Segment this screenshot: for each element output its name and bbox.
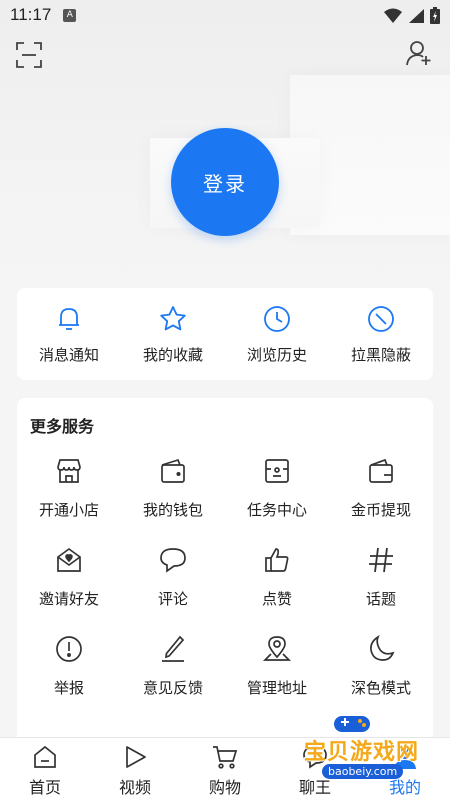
clock-icon	[264, 306, 290, 332]
wifi-icon	[384, 8, 402, 23]
service-label: 邀请好友	[38, 590, 99, 608]
moon-icon	[370, 634, 395, 661]
hashtag-icon	[369, 547, 393, 573]
tab-label: 视频	[118, 778, 151, 797]
scan-icon[interactable]	[16, 42, 42, 68]
quick-item-history[interactable]: 浏览历史	[225, 288, 329, 380]
quick-item-label: 浏览历史	[246, 346, 307, 364]
service-label: 任务中心	[246, 501, 307, 519]
play-icon	[126, 746, 146, 768]
tab-home[interactable]: 首页	[0, 738, 90, 800]
service-comments[interactable]: 评论	[121, 545, 225, 634]
status-time: 11:17	[10, 5, 52, 24]
service-label: 话题	[365, 590, 396, 608]
report-icon	[56, 636, 82, 662]
thumbs-up-icon	[265, 548, 289, 572]
comment-icon	[160, 548, 186, 573]
quick-item-favorites[interactable]: 我的收藏	[121, 288, 225, 380]
service-label: 意见反馈	[142, 679, 203, 697]
service-report[interactable]: 举报	[17, 634, 121, 723]
status-icons	[384, 7, 440, 24]
quick-item-label: 拉黑隐蔽	[350, 346, 411, 364]
more-services-card: 更多服务 开通小店 我的钱包 任务中心 金币提现 邀请好友 评论 点赞 话题 举…	[17, 398, 433, 748]
service-open-shop[interactable]: 开通小店	[17, 456, 121, 545]
service-label: 举报	[53, 679, 84, 697]
service-label: 点赞	[261, 590, 292, 608]
pen-icon	[162, 635, 185, 662]
shop-icon	[57, 459, 81, 483]
signal-icon	[409, 8, 424, 23]
service-task-center[interactable]: 任务中心	[225, 456, 329, 545]
service-feedback[interactable]: 意见反馈	[121, 634, 225, 723]
input-method-icon: A	[63, 8, 77, 22]
add-user-icon[interactable]	[406, 40, 432, 66]
service-likes[interactable]: 点赞	[225, 545, 329, 634]
bell-icon	[59, 308, 79, 330]
quick-item-label: 消息通知	[38, 346, 99, 364]
service-invite-friends[interactable]: 邀请好友	[17, 545, 121, 634]
quick-item-notifications[interactable]: 消息通知	[17, 288, 121, 380]
section-title: 更多服务	[30, 417, 95, 436]
tab-video[interactable]: 视频	[90, 738, 180, 800]
service-label: 开通小店	[38, 501, 99, 519]
service-manage-address[interactable]: 管理地址	[225, 634, 329, 723]
task-icon	[265, 459, 289, 483]
star-icon	[160, 306, 186, 331]
services-grid: 开通小店 我的钱包 任务中心 金币提现 邀请好友 评论 点赞 话题 举报 意见反…	[17, 456, 433, 723]
status-bar: 11:17 A	[0, 0, 450, 30]
service-coin-withdraw[interactable]: 金币提现	[329, 456, 433, 545]
tab-label: 购物	[208, 778, 241, 797]
quick-item-blocklist[interactable]: 拉黑隐蔽	[329, 288, 433, 380]
service-dark-mode[interactable]: 深色模式	[329, 634, 433, 723]
watermark-logo: 宝贝游戏网 baobeiy.com	[300, 712, 450, 800]
watermark-url: baobeiy.com	[322, 764, 404, 779]
block-icon	[368, 306, 394, 332]
location-icon	[262, 636, 292, 661]
tab-shopping[interactable]: 购物	[180, 738, 270, 800]
service-label: 深色模式	[350, 679, 411, 697]
watermark-text: 宝贝游戏网	[304, 740, 420, 765]
quick-item-label: 我的收藏	[142, 346, 203, 364]
service-label: 管理地址	[246, 679, 307, 697]
home-icon	[34, 745, 56, 768]
quick-actions-card: 消息通知 我的收藏 浏览历史 拉黑隐蔽	[17, 288, 433, 380]
service-label: 我的钱包	[142, 501, 203, 519]
coin-withdraw-icon	[369, 458, 393, 483]
service-wallet[interactable]: 我的钱包	[121, 456, 225, 545]
tab-label: 首页	[28, 778, 61, 797]
cart-icon	[213, 746, 238, 769]
service-topics[interactable]: 话题	[329, 545, 433, 634]
battery-icon	[430, 7, 440, 24]
gamepad-icon	[334, 716, 370, 732]
wallet-icon	[161, 458, 185, 483]
login-button[interactable]: 登录	[171, 128, 279, 236]
service-label: 金币提现	[350, 501, 411, 519]
invite-icon	[57, 547, 81, 572]
service-label: 评论	[157, 590, 188, 608]
